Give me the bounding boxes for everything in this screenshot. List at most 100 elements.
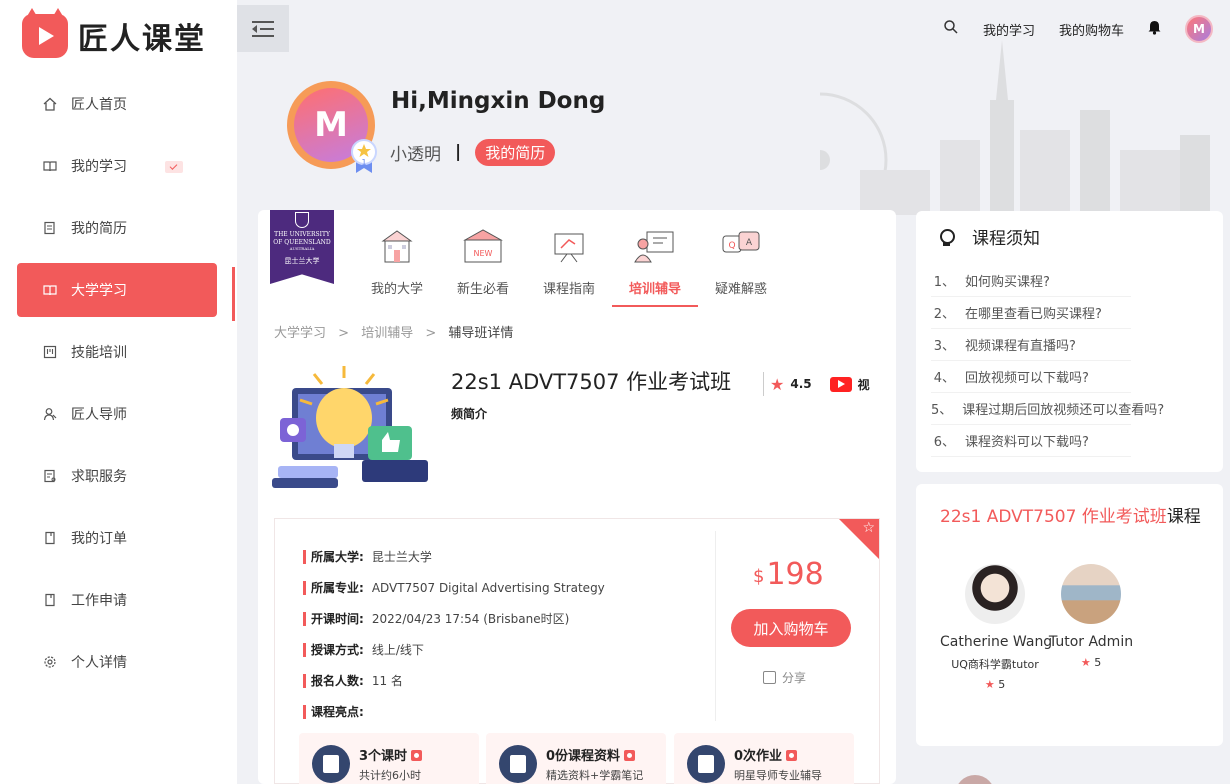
tutor-card[interactable]: Catherine Wang UQ商科学霸tutor ★ 5: [940, 564, 1052, 691]
tab-faq[interactable]: QA 疑难解惑: [698, 228, 784, 307]
active-indicator: [232, 267, 235, 321]
stat-title: 0次作业: [734, 749, 783, 764]
notice-item[interactable]: 5、 课程过期后回放视频还可以查看吗?: [931, 393, 1164, 425]
tab-tutoring[interactable]: 培训辅导: [612, 228, 698, 307]
tutor-rating: ★ 5: [1080, 656, 1102, 669]
uq-line1: THE UNIVERSITY: [274, 231, 330, 238]
stat-lessons: 3个课时 共计约6小时: [299, 733, 479, 784]
top-my-learning-link[interactable]: 我的学习: [983, 20, 1035, 39]
uq-line3: AUSTRALIA: [289, 246, 315, 251]
eye-icon[interactable]: [411, 750, 423, 761]
notice-item[interactable]: 6、 课程资料可以下载吗?: [931, 425, 1131, 457]
star-icon: ★: [1080, 656, 1091, 669]
eye-icon[interactable]: [786, 750, 798, 761]
notice-item[interactable]: 3、 视频课程有直播吗?: [931, 329, 1131, 361]
sidebar-item-label: 工作申请: [71, 593, 127, 609]
sidebar: 匠人课堂 匠人首页 我的学习 我的简历 大学学习 技能培训 匠人导师 求职服务 …: [0, 0, 237, 784]
sidebar-item-profile[interactable]: 个人详情: [17, 635, 217, 689]
notice-item[interactable]: 2、 在哪里查看已购买课程?: [931, 297, 1131, 329]
tutor-description: UQ商科学霸tutor: [951, 658, 1039, 671]
divider: [715, 531, 716, 721]
course-notice-card: 课程须知 1、 如何购买课程? 2、 在哪里查看已购买课程? 3、 视频课程有直播吗?…: [916, 211, 1223, 472]
tutor-rating: ★ 5: [984, 678, 1006, 691]
notice-item[interactable]: 1、 如何购买课程?: [931, 265, 1131, 297]
tab-course-guide[interactable]: 课程指南: [526, 228, 612, 307]
partial-avatar: [955, 775, 995, 784]
university-badge: THE UNIVERSITY OF QUEENSLAND AUSTRALIA 昆…: [270, 210, 334, 284]
city-skyline-illustration: [820, 40, 1210, 215]
breadcrumb: 大学学习 > 培训辅导 > 辅导班详情: [274, 322, 521, 341]
video-play-icon[interactable]: [829, 376, 852, 392]
stat-subtitle: 明星导师专业辅导: [734, 769, 822, 782]
sidebar-nav: 匠人首页 我的学习 我的简历 大学学习 技能培训 匠人导师 求职服务 我的订单 …: [17, 77, 217, 697]
tab-label: 新生必看: [456, 282, 509, 297]
grade-icon: [687, 745, 725, 783]
stat-subtitle: 精选资料+学霸笔记: [546, 769, 644, 782]
stat-materials: 0份课程资料 精选资料+学霸笔记: [486, 733, 666, 784]
notice-list: 1、 如何购买课程? 2、 在哪里查看已购买课程? 3、 视频课程有直播吗? 4、 回放…: [931, 265, 1164, 457]
my-resume-button[interactable]: 我的简历: [475, 138, 556, 166]
course-tutors-card: 22s1 ADVT7507 作业考试班课程 Catherine Wang UQ商…: [916, 484, 1223, 746]
favorite-star-button[interactable]: ☆: [839, 519, 879, 559]
sidebar-item-my-learning[interactable]: 我的学习: [17, 139, 217, 193]
tutor-card[interactable]: Tutor Admin ★ 5: [1036, 564, 1146, 669]
application-icon: [43, 593, 57, 607]
user-avatar[interactable]: M: [1185, 15, 1213, 43]
eye-icon[interactable]: [624, 750, 636, 761]
info-highlights: 课程亮点:: [303, 696, 605, 727]
qa-bubbles-icon: QA: [722, 231, 760, 253]
sidebar-item-resume[interactable]: 我的简历: [17, 201, 217, 255]
tab-label: 课程指南: [542, 282, 595, 297]
sidebar-item-skills[interactable]: 技能培训: [17, 325, 217, 379]
brand-logo[interactable]: 匠人课堂: [22, 8, 206, 60]
notice-title: 课程须知: [972, 229, 1040, 249]
medal-number: 1: [361, 158, 366, 167]
add-to-cart-button[interactable]: 加入购物车: [731, 609, 851, 647]
expand-chevron-icon[interactable]: [165, 161, 183, 173]
sidebar-item-mentors[interactable]: 匠人导师: [17, 387, 217, 441]
video-intro-link-part1[interactable]: 视: [858, 376, 870, 393]
info-university: 所属大学: 昆士兰大学: [303, 541, 605, 572]
course-rating: 4.5: [790, 377, 812, 391]
calendar-icon: [312, 745, 350, 783]
sidebar-item-label: 我的简历: [71, 221, 127, 237]
bell-icon[interactable]: [1148, 20, 1161, 39]
lightbulb-icon: [936, 226, 956, 248]
tab-label: 疑难解惑: [714, 282, 767, 297]
top-cart-link[interactable]: 我的购物车: [1059, 20, 1124, 39]
sidebar-item-jobs[interactable]: 求职服务: [17, 449, 217, 503]
new-envelope-icon: NEW: [463, 229, 503, 263]
teacher-board-icon: [634, 231, 674, 263]
stat-title: 3个课时: [359, 749, 408, 764]
course-price: $198: [753, 557, 824, 592]
tutors-title: 22s1 ADVT7507 作业考试班课程: [940, 507, 1201, 527]
star-outline-icon: ☆: [862, 520, 875, 536]
order-icon: [43, 531, 57, 545]
training-icon: [43, 345, 57, 359]
sidebar-item-university[interactable]: 大学学习: [17, 263, 217, 317]
easel-icon: [554, 233, 584, 263]
top-nav: 我的学习 我的购物车 M: [943, 14, 1213, 44]
notice-item[interactable]: 4、 回放视频可以下载吗?: [931, 361, 1131, 393]
breadcrumb-university[interactable]: 大学学习: [274, 326, 326, 341]
tab-freshman-guide[interactable]: NEW 新生必看: [440, 228, 526, 307]
sidebar-item-label: 我的学习: [71, 159, 127, 175]
document-icon: [499, 745, 537, 783]
university-building-icon: [381, 230, 413, 263]
share-button[interactable]: 分享: [763, 669, 806, 686]
user-level: 小透明: [390, 144, 441, 165]
sidebar-item-home[interactable]: 匠人首页: [17, 77, 217, 131]
sidebar-item-applications[interactable]: 工作申请: [17, 573, 217, 627]
share-icon: [763, 671, 776, 684]
sidebar-item-orders[interactable]: 我的订单: [17, 511, 217, 565]
mentor-icon: [43, 407, 57, 421]
info-enrolled: 报名人数: 11 名: [303, 665, 605, 696]
video-intro-link-part2[interactable]: 频简介: [451, 405, 487, 422]
tab-my-university[interactable]: 我的大学: [354, 228, 440, 307]
breadcrumb-tutoring[interactable]: 培训辅导: [361, 326, 413, 341]
divider: |: [455, 142, 462, 162]
search-icon[interactable]: [943, 19, 959, 39]
sidebar-item-label: 匠人首页: [71, 97, 127, 113]
collapse-menu-button[interactable]: [237, 5, 289, 52]
home-icon: [43, 97, 57, 111]
